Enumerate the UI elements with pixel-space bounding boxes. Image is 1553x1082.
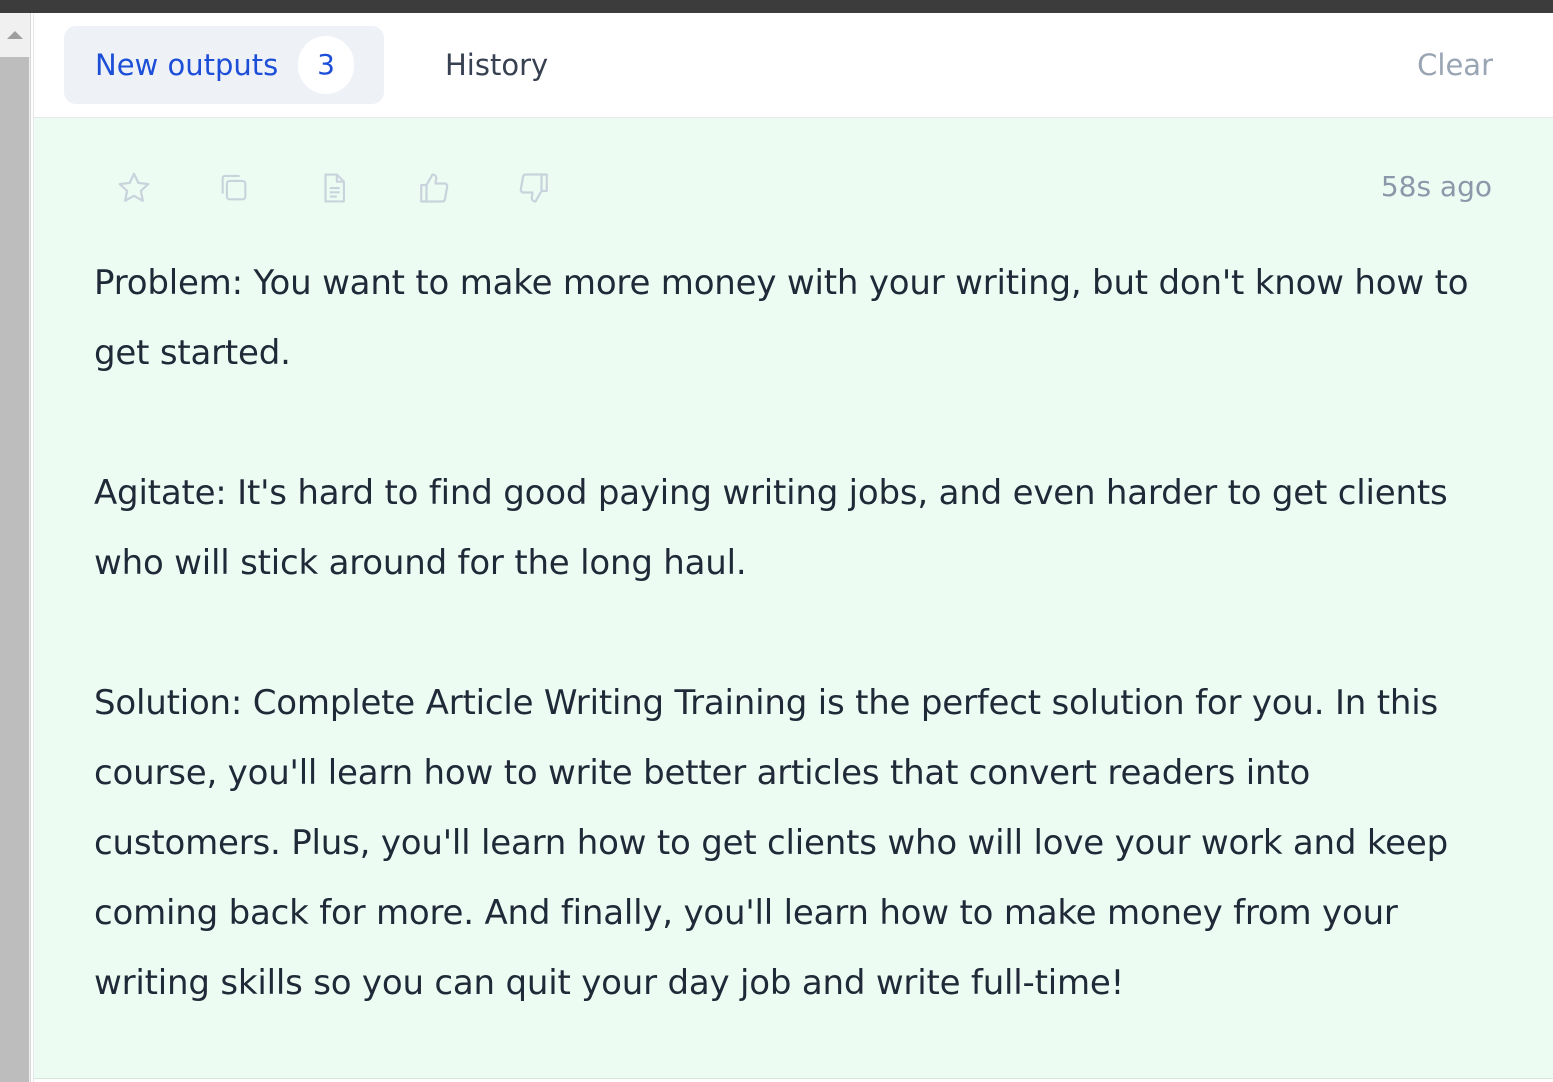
thumbs-down-icon (519, 173, 548, 203)
document-icon (324, 173, 345, 203)
copy-icon (221, 174, 247, 201)
output-paragraph-solution: Solution: Complete Article Writing Train… (94, 683, 1448, 1003)
vertical-scrollbar[interactable] (0, 13, 31, 1082)
output-paragraph-agitate: Agitate: It's hard to find good paying w… (94, 473, 1448, 583)
output-text: Problem: You want to make more money wit… (94, 248, 1494, 1018)
output-card: 58s ago Problem: You want to make more m… (34, 118, 1553, 1079)
output-paragraph-problem: Problem: You want to make more money wit… (94, 263, 1469, 373)
star-icon (118, 172, 150, 202)
tab-new-outputs-label: New outputs (95, 48, 279, 82)
dislike-button[interactable] (514, 168, 554, 208)
thumbs-up-icon (420, 173, 449, 203)
output-timestamp: 58s ago (1380, 170, 1492, 203)
window-top-bar (0, 0, 1553, 13)
clear-button[interactable]: Clear (1417, 26, 1493, 104)
copy-button[interactable] (214, 168, 254, 208)
outputs-tab-bar: New outputs 3 History Clear (34, 14, 1553, 118)
document-button[interactable] (314, 168, 354, 208)
tab-new-outputs[interactable]: New outputs 3 (64, 26, 384, 104)
tab-history[interactable]: History (445, 26, 548, 104)
scroll-up-button[interactable] (0, 13, 30, 57)
chevron-up-icon (7, 31, 23, 39)
like-button[interactable] (414, 168, 454, 208)
favorite-button[interactable] (114, 168, 154, 208)
new-outputs-count-badge: 3 (298, 36, 354, 94)
scrollbar-thumb[interactable] (0, 57, 29, 1082)
outputs-panel: New outputs 3 History Clear 58s ago Prob… (33, 14, 1553, 1082)
